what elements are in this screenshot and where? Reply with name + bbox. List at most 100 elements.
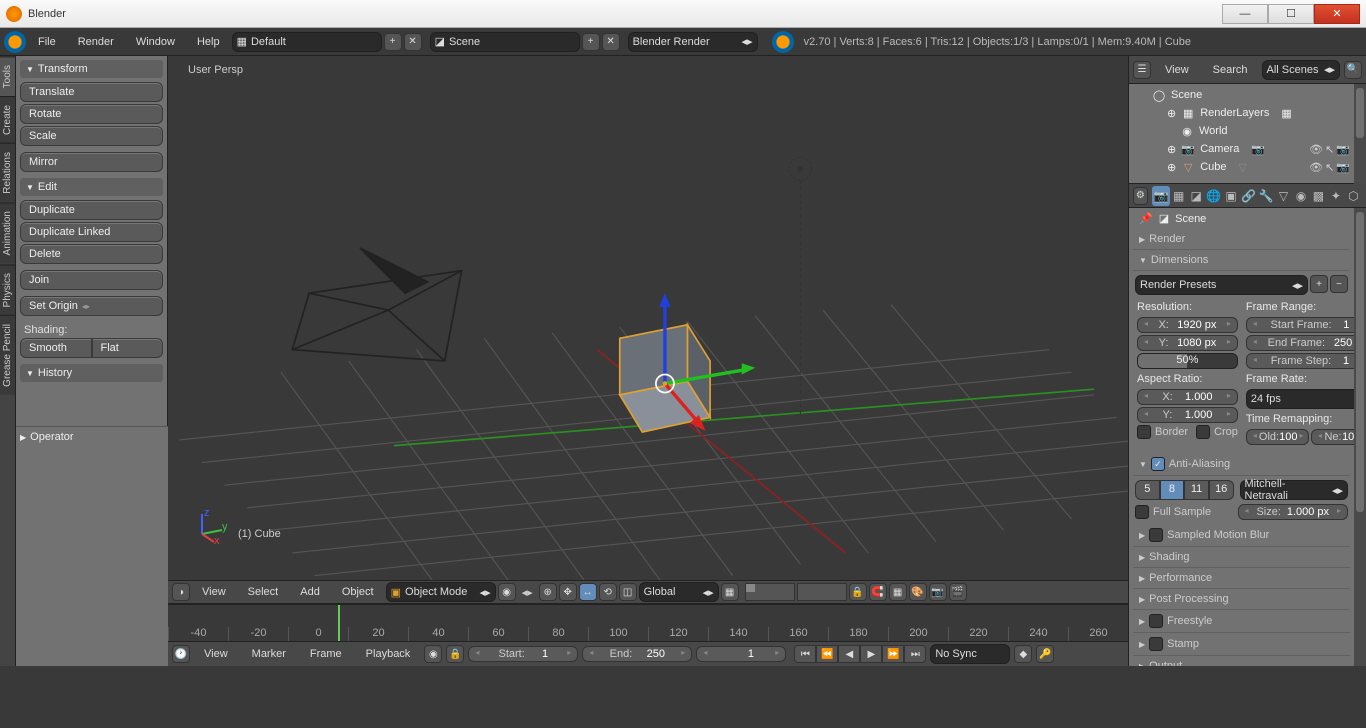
keyframe-delete-icon[interactable]: 🔑 [1036, 645, 1054, 663]
tab-particles-icon[interactable]: ✦ [1327, 186, 1344, 206]
remap-new-field[interactable]: Ne:100 [1311, 429, 1354, 445]
manipulator-toggle-icon[interactable]: ✥ [559, 583, 577, 601]
output-header[interactable]: Output [1133, 656, 1350, 666]
aa-samples-segmented[interactable]: 5 8 11 16 [1135, 480, 1234, 500]
tl-menu-marker[interactable]: Marker [242, 642, 296, 666]
set-origin-button[interactable]: Set Origin [20, 296, 163, 316]
performance-header[interactable]: Performance [1133, 568, 1350, 589]
tab-physics-icon[interactable]: ⬡ [1345, 186, 1362, 206]
camera-icon[interactable]: 📷 [1336, 161, 1350, 174]
menu-file[interactable]: File [28, 28, 66, 55]
outliner-menu-search[interactable]: Search [1203, 56, 1258, 83]
shading-header[interactable]: Shading [1133, 547, 1350, 568]
vp-menu-view[interactable]: View [192, 581, 236, 603]
tl-menu-frame[interactable]: Frame [300, 642, 352, 666]
render-image-icon[interactable]: 📷 [929, 583, 947, 601]
aa-filter-dropdown[interactable]: Mitchell-Netravali◂▸ [1240, 480, 1349, 500]
timeline-editor-icon[interactable]: 🕐 [172, 645, 190, 663]
blender-logo-icon[interactable] [4, 31, 26, 53]
motion-blur-header[interactable]: Sampled Motion Blur [1133, 524, 1350, 547]
flat-button[interactable]: Flat [92, 338, 164, 358]
layer-buttons[interactable] [745, 583, 847, 601]
post-processing-header[interactable]: Post Processing [1133, 589, 1350, 610]
translate-button[interactable]: Translate [20, 82, 163, 102]
stamp-header[interactable]: Stamp [1133, 633, 1350, 656]
current-frame-field[interactable]: 1 [696, 646, 786, 662]
eye-icon[interactable]: 👁 [1309, 161, 1323, 174]
mirror-button[interactable]: Mirror [20, 152, 163, 172]
tab-world-icon[interactable]: 🌐 [1205, 186, 1222, 206]
tab-animation[interactable]: Animation [0, 202, 15, 263]
play-reverse-icon[interactable]: ◀ [838, 645, 860, 663]
properties-editor-icon[interactable]: ⚙ [1133, 187, 1148, 205]
tab-physics[interactable]: Physics [0, 264, 15, 315]
res-y-field[interactable]: Y:1080 px [1137, 335, 1238, 351]
camera-icon[interactable]: 📷 [1336, 143, 1350, 156]
aspect-y-field[interactable]: Y:1.000 [1137, 407, 1238, 423]
start-frame-field[interactable]: Start:1 [468, 646, 578, 662]
add-screen-button[interactable]: + [384, 33, 402, 51]
aa-section-header[interactable]: ✓Anti-Aliasing [1133, 453, 1350, 476]
vp-menu-select[interactable]: Select [238, 581, 289, 603]
start-frame-field[interactable]: Start Frame:1 [1246, 317, 1354, 333]
end-frame-field[interactable]: End Frame:250 [1246, 335, 1354, 351]
rotate-manip-icon[interactable]: ⟲ [599, 583, 617, 601]
freestyle-header[interactable]: Freestyle [1133, 610, 1350, 633]
playhead[interactable] [338, 605, 340, 641]
tl-menu-playback[interactable]: Playback [356, 642, 421, 666]
render-anim-icon[interactable]: 🎬 [949, 583, 967, 601]
scene-dropdown[interactable]: ◪Scene [430, 32, 580, 52]
viewport-shading-icon[interactable]: ◉ [498, 583, 516, 601]
tab-renderlayers-icon[interactable]: ▦ [1170, 186, 1187, 206]
tab-material-icon[interactable]: ◉ [1292, 186, 1309, 206]
pin-icon[interactable]: 📌 [1139, 212, 1153, 225]
render-preview-icon[interactable]: 🎨 [909, 583, 927, 601]
cursor-icon[interactable]: ↖ [1325, 143, 1334, 156]
outliner-editor-icon[interactable]: ☰ [1133, 61, 1151, 79]
tab-constraints-icon[interactable]: 🔗 [1240, 186, 1257, 206]
outliner-menu-view[interactable]: View [1155, 56, 1199, 83]
editor-type-icon[interactable]: ◑ [172, 583, 190, 601]
menu-window[interactable]: Window [126, 28, 185, 55]
render-engine-dropdown[interactable]: Blender Render◂▸ [628, 32, 758, 52]
snap-type-icon[interactable]: ▦ [889, 583, 907, 601]
mode-dropdown[interactable]: ▣Object Mode◂▸ [386, 582, 496, 602]
tab-tools[interactable]: Tools [0, 56, 15, 96]
eye-icon[interactable]: 👁 [1309, 143, 1323, 156]
close-button[interactable]: ✕ [1314, 4, 1360, 24]
render-section-header[interactable]: Render [1133, 229, 1350, 250]
preset-add-button[interactable]: + [1310, 275, 1328, 293]
vp-menu-add[interactable]: Add [290, 581, 330, 603]
orientation-dropdown[interactable]: Global◂▸ [639, 582, 719, 602]
end-frame-field[interactable]: End:250 [582, 646, 692, 662]
preset-remove-button[interactable]: − [1330, 275, 1348, 293]
layers-button-1[interactable]: ▦ [721, 583, 739, 601]
lock-camera-icon[interactable]: 🔒 [849, 583, 867, 601]
transform-panel-header[interactable]: Transform [20, 60, 163, 78]
frame-step-field[interactable]: Frame Step:1 [1246, 353, 1354, 369]
outliner-scrollbar[interactable] [1354, 84, 1366, 184]
outliner[interactable]: ◯Scene ⊕▦RenderLayers▦ ◉World ⊕📷Camera📷👁… [1129, 84, 1354, 184]
vp-menu-object[interactable]: Object [332, 581, 384, 603]
duplicate-button[interactable]: Duplicate [20, 200, 163, 220]
tab-scene-icon[interactable]: ◪ [1187, 186, 1204, 206]
duplicate-linked-button[interactable]: Duplicate Linked [20, 222, 163, 242]
crop-checkbox[interactable]: Crop [1196, 425, 1238, 439]
join-button[interactable]: Join [20, 270, 163, 290]
res-x-field[interactable]: X:1920 px [1137, 317, 1238, 333]
outliner-filter-dropdown[interactable]: All Scenes◂▸ [1262, 60, 1340, 80]
tab-data-icon[interactable]: ▽ [1275, 186, 1292, 206]
outliner-search-icon[interactable]: 🔍 [1344, 61, 1362, 79]
sync-mode-dropdown[interactable]: No Sync [930, 644, 1010, 664]
rotate-button[interactable]: Rotate [20, 104, 163, 124]
cursor-icon[interactable]: ↖ [1325, 161, 1334, 174]
minimize-button[interactable]: — [1222, 4, 1268, 24]
translate-manip-icon[interactable]: ↔ [579, 583, 597, 601]
add-scene-button[interactable]: + [582, 33, 600, 51]
menu-help[interactable]: Help [187, 28, 230, 55]
tl-menu-view[interactable]: View [194, 642, 238, 666]
next-key-icon[interactable]: ⏩ [882, 645, 904, 663]
scale-manip-icon[interactable]: ◫ [619, 583, 637, 601]
delete-button[interactable]: Delete [20, 244, 163, 264]
auto-keyframe-icon[interactable]: ◉ [424, 645, 442, 663]
